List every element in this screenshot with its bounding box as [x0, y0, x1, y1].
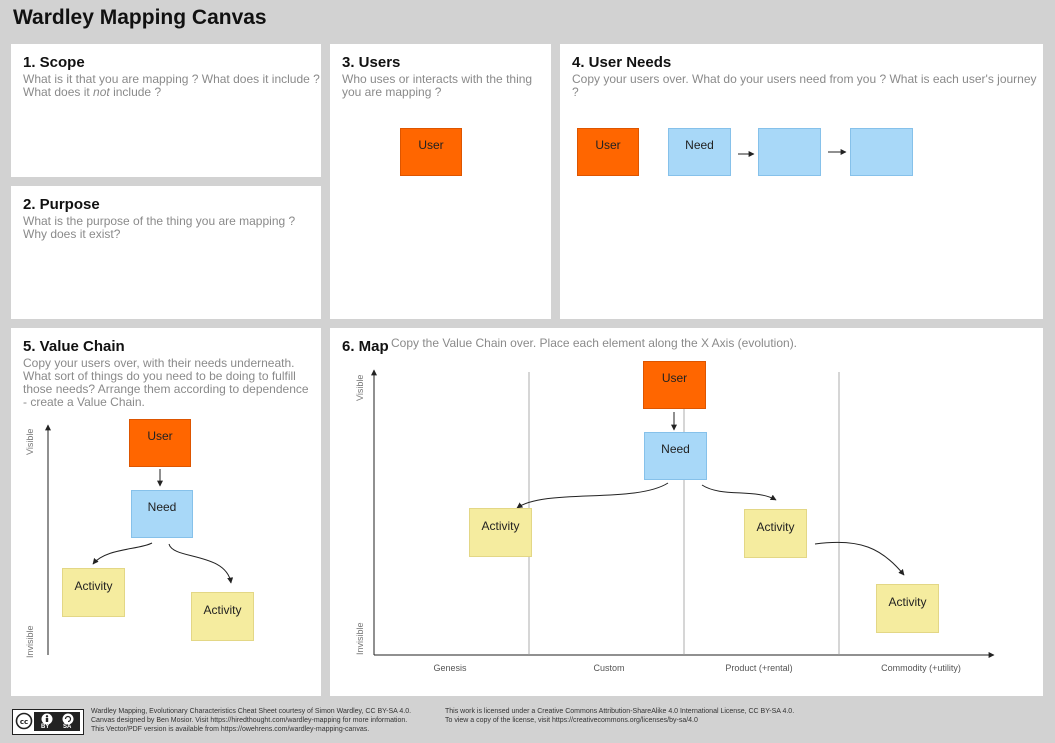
- svg-text:cc: cc: [20, 718, 28, 726]
- y-axis-invisible-label: Invisible: [25, 625, 35, 658]
- scope-desc-emphasis: not: [93, 85, 110, 99]
- purpose-panel: 2. Purpose What is the purpose of the th…: [11, 186, 321, 319]
- stage-commodity-label: Commodity (+utility): [881, 663, 961, 673]
- user-box: User: [643, 361, 706, 409]
- stage-product-label: Product (+rental): [725, 663, 793, 673]
- footer-credit-line: Canvas designed by Ben Mosior. Visit htt…: [91, 717, 408, 724]
- cc-license-badge: cc BY SA: [12, 709, 84, 735]
- users-panel: 3. Users Who uses or interacts with the …: [330, 44, 551, 319]
- user-box: User: [400, 128, 462, 176]
- y-axis-invisible-label: Invisible: [355, 622, 365, 655]
- activity-box: Activity: [191, 592, 254, 641]
- user-box: User: [129, 419, 191, 467]
- purpose-description: What is the purpose of the thing you are…: [23, 214, 296, 241]
- scope-panel: 1. Scope What is it that you are mapping…: [11, 44, 321, 177]
- map-panel: 6. Map Copy the Value Chain over. Place …: [330, 328, 1043, 696]
- users-description: Who uses or interacts with the thing you…: [342, 72, 533, 99]
- footer-license-line: This work is licensed under a Creative C…: [445, 708, 795, 715]
- y-axis-visible-label: Visible: [355, 374, 365, 401]
- footer-credit-line: Wardley Mapping, Evolutionary Characteri…: [91, 708, 412, 715]
- users-title: 3. Users: [342, 54, 401, 71]
- purpose-title: 2. Purpose: [23, 196, 100, 213]
- scope-description: What is it that you are mapping ? What d…: [23, 73, 320, 99]
- footer-credit-line: This Vector/PDF version is available fro…: [91, 726, 370, 733]
- scope-desc-text: What is it that you are mapping ? What d…: [23, 72, 320, 99]
- activity-box: Activity: [876, 584, 939, 633]
- need-box: Need: [644, 432, 707, 480]
- y-axis-visible-label: Visible: [25, 428, 35, 455]
- need-box: Need: [131, 490, 193, 538]
- journey-arrows: [738, 149, 847, 157]
- page-title: Wardley Mapping Canvas: [13, 6, 267, 29]
- footer-credits: Wardley Mapping, Evolutionary Characteri…: [91, 707, 411, 734]
- user-needs-panel: 4. User Needs Copy your users over. What…: [560, 44, 1043, 319]
- footer-license: This work is licensed under a Creative C…: [445, 707, 794, 725]
- cc-by-label: BY: [41, 724, 50, 730]
- stage-custom-label: Custom: [593, 663, 625, 673]
- activity-box: Activity: [744, 509, 807, 558]
- value-chain-panel: 5. Value Chain Copy your users over, wit…: [11, 328, 321, 696]
- stage-genesis-label: Genesis: [433, 663, 467, 673]
- footer-license-line: To view a copy of the license, visit htt…: [445, 717, 698, 724]
- activity-box: Activity: [469, 508, 532, 557]
- cc-sa-label: SA: [63, 724, 72, 730]
- scope-title: 1. Scope: [23, 54, 85, 71]
- activity-box: Activity: [62, 568, 125, 617]
- scope-desc-end: include ?: [113, 85, 162, 99]
